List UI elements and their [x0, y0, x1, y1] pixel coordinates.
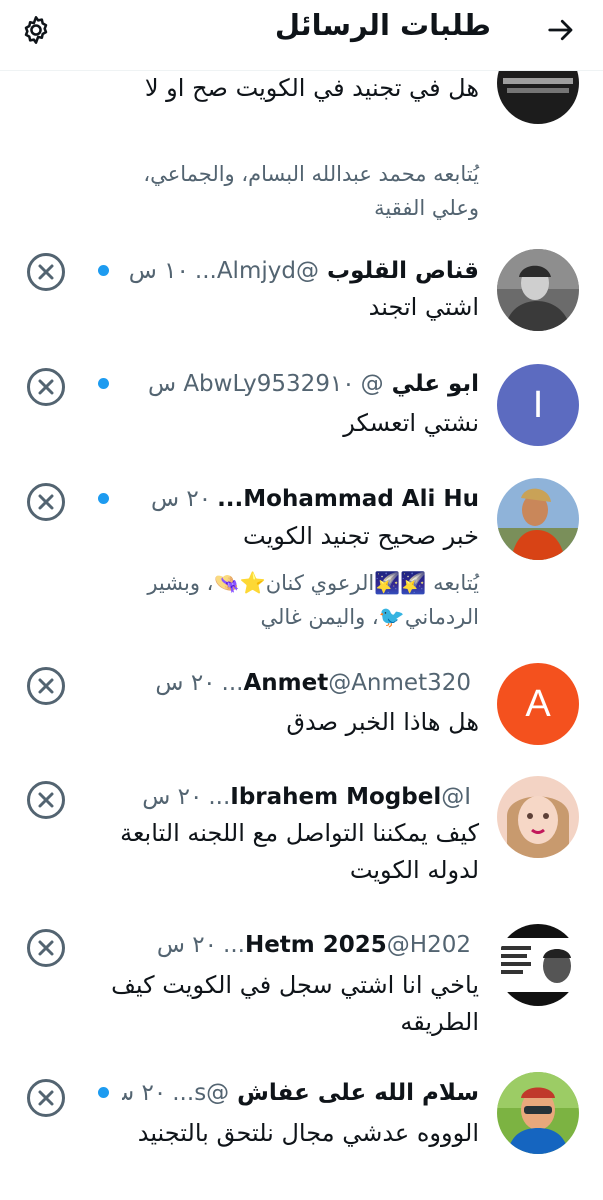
message-preview: هل هاذا الخبر صدق — [286, 708, 479, 736]
list-item[interactable]: Mohammad Ali Hu...٢٠ س خبر صحيح تجنيد ال… — [0, 454, 603, 644]
gear-icon — [24, 16, 48, 44]
list-item[interactable]: Hetm 2025@H202...٢٠ س ياخي انا اشتي سجل … — [0, 906, 603, 1056]
avatar — [497, 924, 579, 1006]
back-button[interactable] — [539, 10, 583, 50]
sender-name: سلام الله على عفاش — [237, 1080, 479, 1106]
unread-indicator — [98, 378, 109, 389]
avatar: A — [497, 663, 579, 745]
message-preview: خبر صحيح تجنيد الكويت — [243, 522, 479, 550]
avatar — [497, 249, 579, 331]
sender-name: ابو علي — [391, 371, 479, 397]
sender-line: Ibrahem Mogbel@I...٢٠ س — [122, 780, 479, 814]
timestamp: ٢٠ س — [122, 1080, 167, 1106]
header: طلبات الرسائل — [0, 0, 603, 71]
avatar: I — [497, 364, 579, 446]
timestamp: ٢٠ س — [155, 670, 216, 696]
avatar — [497, 776, 579, 858]
list-item[interactable]: قناص القلوب @Almjyd...١٠ س اشتي اتجند — [0, 230, 603, 342]
message-preview: الوووه عدشي مجال نلتحق بالتجنيد — [137, 1119, 479, 1147]
message-preview: اشتي اتجند — [368, 293, 479, 321]
timestamp: ٢٠ س — [142, 784, 203, 810]
sender-name: Mohammad Ali Hu... — [217, 486, 479, 512]
message-preview: هل في تجنيد في الكويت صح او لا — [144, 74, 479, 102]
message-preview: كيف يمكننا التواصل مع اللجنه التابعة لدو… — [120, 819, 479, 884]
sender-line: Mohammad Ali Hu...٢٠ س — [122, 482, 479, 516]
list-item[interactable]: Ibrahem Mogbel@I...٢٠ س كيف يمكننا التوا… — [0, 756, 603, 906]
avatar — [497, 1072, 579, 1154]
sender-name: Anmet — [243, 670, 329, 696]
page-title: طلبات الرسائل — [274, 8, 491, 42]
close-icon[interactable] — [26, 482, 66, 522]
unread-indicator — [98, 493, 109, 504]
close-icon[interactable] — [26, 1078, 66, 1118]
close-icon[interactable] — [26, 252, 66, 292]
unread-indicator — [98, 265, 109, 276]
arrow-right-icon — [548, 19, 573, 41]
timestamp: ٢٠ س — [156, 932, 218, 958]
list-item[interactable]: A Anmet@Anmet320...٢٠ س هل هاذا الخبر صد… — [0, 644, 603, 756]
timestamp: ٢٠ س — [150, 486, 212, 512]
unread-indicator — [98, 1087, 109, 1098]
sender-line: قناص القلوب @Almjyd...١٠ س — [122, 254, 479, 288]
close-icon[interactable] — [26, 367, 66, 407]
timestamp: ١٠ س — [128, 258, 189, 284]
avatar — [497, 478, 579, 560]
message-preview: نشتي اتعسكر — [343, 409, 479, 437]
close-icon[interactable] — [26, 666, 66, 706]
list-item[interactable]: I ابو علي@AbwLy95329١٠ س نشتي اتعسكر — [0, 342, 603, 454]
close-icon[interactable] — [26, 780, 66, 820]
followed-by-text: يُتابعه 🌠🌠الرعوي كنان⭐👒، وبشير الردماني🐦… — [147, 571, 479, 629]
close-icon[interactable] — [26, 928, 66, 968]
followed-by-text: يُتابعه محمد عبدالله البسام، والجماعي، و… — [143, 162, 479, 220]
sender-line: ابو علي@AbwLy95329١٠ س — [122, 367, 479, 401]
settings-button[interactable] — [14, 8, 58, 52]
sender-name: Ibrahem Mogbel — [230, 784, 442, 810]
list-item[interactable]: سلام الله على عفاش @s...٢٠ س الوووه عدشي … — [0, 1056, 603, 1200]
sender-handle: @s... — [172, 1080, 230, 1106]
sender-name: Hetm 2025 — [244, 932, 387, 958]
avatar-letter: I — [532, 383, 544, 426]
sender-line: Anmet@Anmet320...٢٠ س — [122, 666, 479, 700]
sender-name: قناص القلوب — [326, 258, 479, 284]
message-preview: ياخي انا اشتي سجل في الكويت كيف الطريقه — [111, 971, 479, 1036]
sender-handle: @Almjyd... — [194, 258, 319, 284]
sender-line: سلام الله على عفاش @s...٢٠ س — [122, 1076, 479, 1110]
sender-line: Hetm 2025@H202...٢٠ س — [122, 928, 479, 962]
avatar-letter: A — [525, 682, 551, 725]
